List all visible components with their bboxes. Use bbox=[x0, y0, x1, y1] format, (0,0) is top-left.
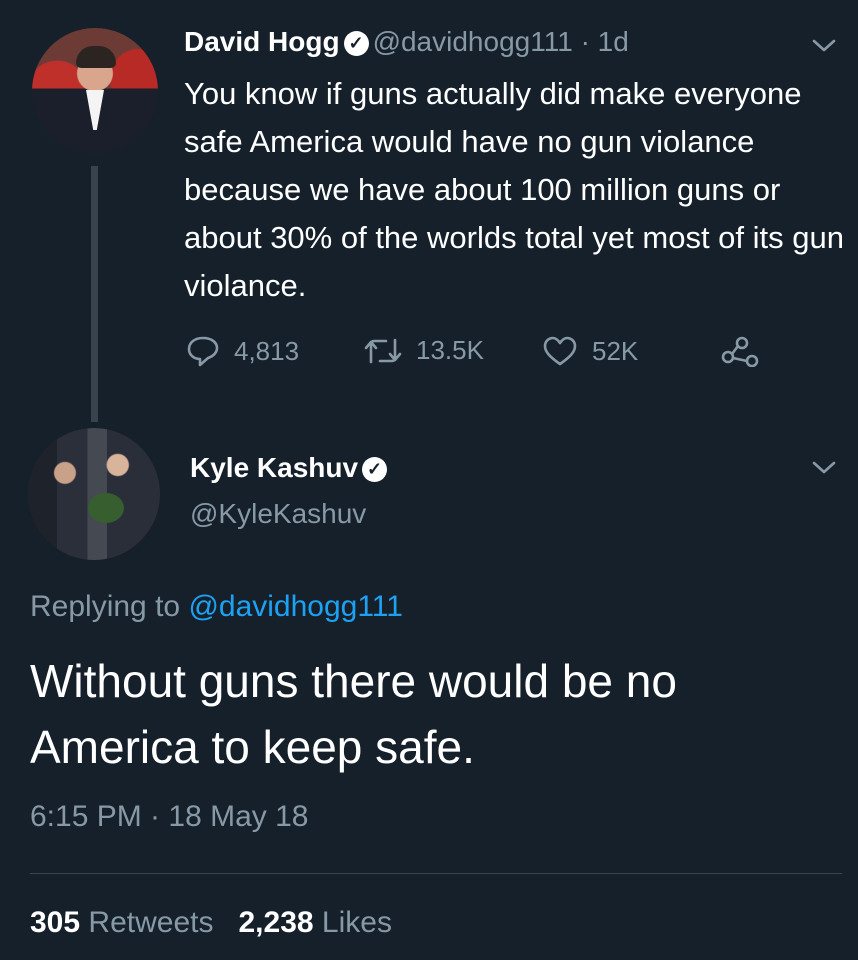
tweet2-stats: 305 Retweets 2,238 Likes bbox=[30, 906, 392, 940]
replying-to-handle-link[interactable]: @davidhogg111 bbox=[188, 590, 403, 623]
tweet1-author-handle[interactable]: @davidhogg111 bbox=[373, 26, 573, 57]
likes-stat[interactable]: 2,238 Likes bbox=[238, 906, 391, 939]
tweet1-header: David Hogg ✓ @davidhogg111 · 1d bbox=[184, 26, 629, 58]
retweet-button[interactable]: 13.5K bbox=[364, 335, 484, 366]
retweet-count: 13.5K bbox=[416, 335, 484, 365]
like-count: 52K bbox=[592, 335, 639, 366]
verified-icon: ✓ bbox=[343, 31, 369, 56]
tweet2-author-handle[interactable]: @KyleKashuv bbox=[190, 498, 366, 530]
share-icon bbox=[721, 336, 759, 367]
reply-count: 4,813 bbox=[234, 335, 300, 366]
retweets-label: Retweets bbox=[88, 906, 214, 939]
share-button[interactable] bbox=[720, 335, 774, 367]
likes-count: 2,238 bbox=[238, 906, 314, 939]
like-button[interactable]: 52K bbox=[542, 335, 638, 367]
tweet1-separator: · bbox=[580, 26, 590, 57]
david-hogg-avatar[interactable] bbox=[32, 28, 158, 154]
tweet1-age[interactable]: 1d bbox=[598, 26, 629, 57]
tweet2-header: Kyle Kashuv ✓ bbox=[190, 452, 391, 484]
retweets-stat[interactable]: 305 Retweets bbox=[30, 906, 213, 939]
replying-to-label: Replying to bbox=[30, 590, 181, 623]
tweet2-text: Without guns there would be no America t… bbox=[30, 655, 677, 773]
retweet-icon bbox=[364, 338, 402, 363]
verified-icon: ✓ bbox=[362, 457, 388, 482]
tweet1-author-name[interactable]: David Hogg bbox=[184, 26, 340, 57]
thread-connector-line bbox=[91, 166, 98, 422]
chevron-down-icon[interactable] bbox=[812, 452, 836, 483]
like-icon bbox=[543, 336, 577, 366]
chevron-down-icon[interactable] bbox=[812, 30, 836, 61]
reply-icon bbox=[187, 336, 219, 367]
retweets-count: 305 bbox=[30, 906, 81, 939]
divider bbox=[30, 873, 842, 874]
tweet2-author-name[interactable]: Kyle Kashuv bbox=[190, 452, 358, 483]
tweet1-text: You know if guns actually did make every… bbox=[184, 76, 844, 303]
replying-to: Replying to @davidhogg111 bbox=[30, 590, 403, 624]
kyle-kashuv-avatar[interactable] bbox=[28, 428, 160, 560]
tweet2-timestamp[interactable]: 6:15 PM · 18 May 18 bbox=[30, 800, 308, 834]
likes-label: Likes bbox=[321, 906, 392, 939]
reply-button[interactable]: 4,813 bbox=[186, 335, 299, 367]
tweet1-actions: 4,813 13.5K 52K bbox=[186, 335, 806, 371]
